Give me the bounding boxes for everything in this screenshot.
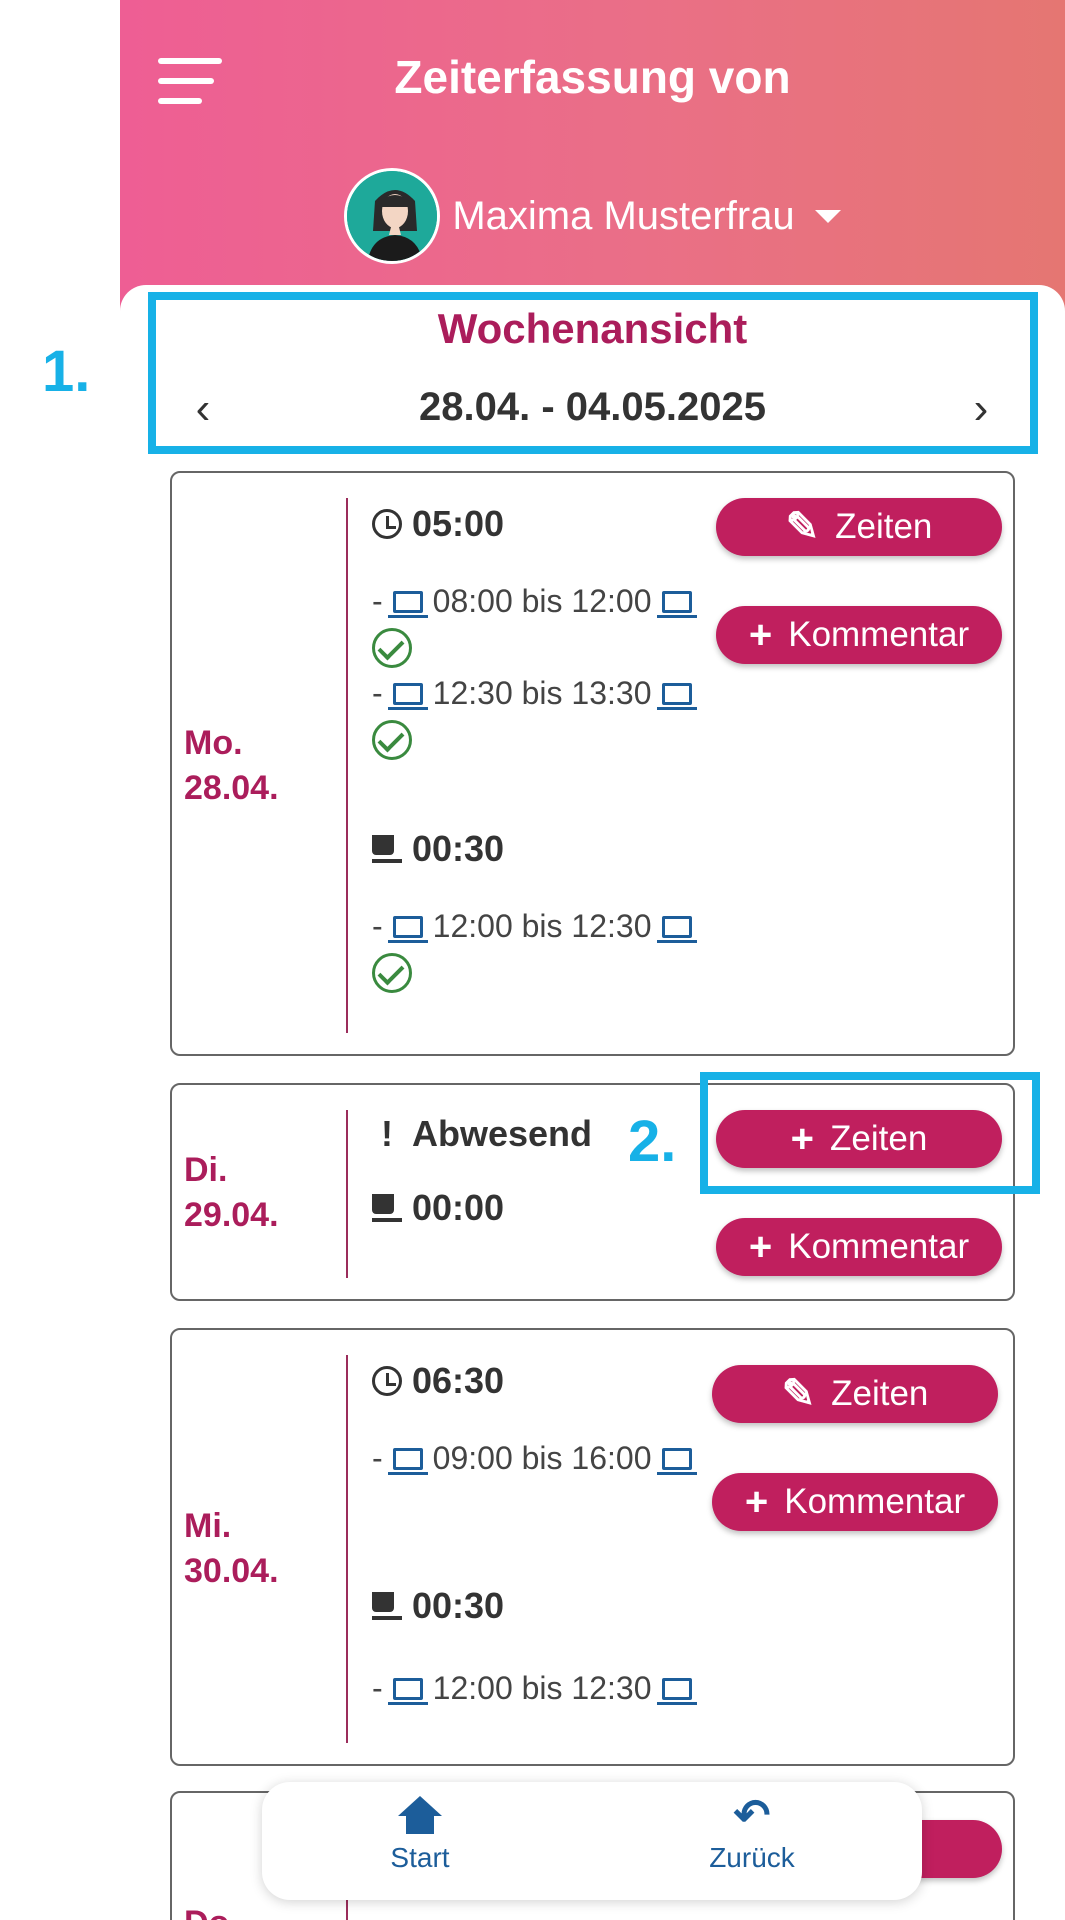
home-icon — [398, 1796, 442, 1836]
annotation-marker-1: 1. — [42, 339, 91, 404]
laptop-icon — [387, 915, 428, 943]
break-total: 00:00 — [412, 1187, 505, 1228]
button-label: Zeiten — [835, 507, 933, 546]
time-slot: - 08:00 bis 12:00 — [372, 583, 697, 620]
break-total: 00:30 — [412, 1585, 505, 1626]
divider — [346, 1355, 348, 1743]
time-slot: - 12:30 bis 13:30 — [372, 675, 697, 712]
button-label: Kommentar — [788, 615, 970, 654]
clock-icon — [372, 509, 402, 539]
absence-row: ! Abwesend — [372, 1113, 592, 1155]
time-slot: - 09:00 bis 16:00 — [372, 1440, 697, 1477]
button-label: Kommentar — [788, 1227, 970, 1266]
slot-dash: - — [372, 908, 383, 944]
exclamation-icon: ! — [381, 1113, 393, 1154]
laptop-icon — [656, 1447, 697, 1475]
laptop-icon — [387, 1677, 428, 1705]
day-weekday: Di. — [184, 1151, 228, 1189]
chevron-down-icon[interactable] — [814, 209, 841, 223]
slot-dash: - — [372, 1670, 383, 1706]
absence-status: Abwesend — [412, 1113, 593, 1154]
break-slot: - 12:00 bis 12:30 — [372, 908, 697, 945]
slot-time: 12:00 bis 12:30 — [432, 908, 652, 944]
button-label: Zeiten — [831, 1374, 929, 1413]
slot-dash: - — [372, 1440, 383, 1476]
work-total-row: 05:00 — [372, 503, 504, 545]
laptop-icon — [656, 915, 697, 943]
plus-icon: + — [748, 1225, 773, 1269]
laptop-icon — [656, 590, 697, 618]
laptop-icon — [656, 1677, 697, 1705]
add-comment-button[interactable]: + Kommentar — [712, 1473, 998, 1531]
page-title: Zeiterfassung von — [394, 51, 791, 103]
week-view-title: Wochenansicht — [437, 305, 748, 352]
user-selector[interactable]: Maxima Musterfrau — [120, 168, 1065, 264]
coffee-cup-icon — [372, 1592, 402, 1620]
day-date: 30.04. — [184, 1552, 279, 1590]
slot-time: 08:00 bis 12:00 — [432, 583, 652, 619]
check-circle-icon — [372, 628, 412, 668]
day-card-wednesday: Mi. 30.04. 06:30 - 09:00 bis 16:00 00:30… — [170, 1328, 1015, 1766]
divider — [346, 1110, 348, 1278]
nav-back-label: Zurück — [709, 1842, 795, 1873]
laptop-icon — [387, 590, 428, 618]
week-range: 28.04. - 04.05.2025 — [419, 385, 766, 429]
add-comment-button[interactable]: + Kommentar — [716, 1218, 1002, 1276]
user-name[interactable]: Maxima Musterfrau — [452, 194, 794, 239]
work-total-row: 06:30 — [372, 1360, 504, 1402]
slot-time: 12:00 bis 12:30 — [432, 1670, 652, 1706]
coffee-cup-icon — [372, 1194, 402, 1222]
slot-time: 09:00 bis 16:00 — [432, 1440, 652, 1476]
day-weekday: Do. — [184, 1901, 239, 1920]
slot-time: 12:30 bis 13:30 — [432, 675, 652, 711]
nav-start-label: Start — [390, 1842, 450, 1873]
divider — [346, 498, 348, 1033]
annotation-marker-2: 2. — [628, 1109, 677, 1174]
laptop-icon — [656, 682, 697, 710]
plus-icon: + — [744, 1480, 769, 1524]
nav-start[interactable]: Start — [350, 1796, 490, 1874]
slot-dash: - — [372, 583, 383, 619]
break-slot: - 12:00 bis 12:30 — [372, 1670, 697, 1707]
day-date: 29.04. — [184, 1196, 279, 1234]
day-date: 28.04. — [184, 769, 279, 807]
undo-arrow-icon: ↶ — [733, 1791, 771, 1840]
work-total: 06:30 — [412, 1360, 505, 1401]
nav-back[interactable]: ↶ Zurück — [682, 1791, 822, 1874]
add-comment-button[interactable]: + Kommentar — [716, 606, 1002, 664]
work-total: 05:00 — [412, 503, 505, 544]
pencil-icon: ✎ — [785, 505, 820, 549]
check-circle-icon — [372, 953, 412, 993]
bottom-navigation: Start ↶ Zurück — [262, 1782, 922, 1900]
day-weekday: Mi. — [184, 1507, 232, 1545]
slot-dash: - — [372, 675, 383, 711]
plus-icon: + — [748, 613, 773, 657]
day-card-monday: Mo. 28.04. 05:00 - 08:00 bis 12:00 - 12:… — [170, 471, 1015, 1056]
edit-times-button[interactable]: ✎ Zeiten — [712, 1365, 998, 1423]
pencil-icon: ✎ — [781, 1372, 816, 1416]
day-weekday: Mo. — [184, 724, 243, 762]
edit-times-button[interactable]: ✎ Zeiten — [716, 498, 1002, 556]
app-screen: Zeiterfassung von Maxima Musterfrau 1. W… — [0, 0, 1065, 1920]
laptop-icon — [387, 682, 428, 710]
clock-icon — [372, 1366, 402, 1396]
highlight-box-add-times — [700, 1072, 1040, 1194]
check-circle-icon — [372, 720, 412, 760]
laptop-icon — [387, 1447, 428, 1475]
button-label: Kommentar — [784, 1482, 966, 1521]
break-total-row: 00:30 — [372, 828, 504, 870]
coffee-cup-icon — [372, 835, 402, 863]
break-total-row: 00:00 — [372, 1187, 504, 1229]
next-week-arrow-icon[interactable]: › — [961, 384, 1001, 434]
break-total: 00:30 — [412, 828, 505, 869]
avatar — [344, 168, 441, 264]
break-total-row: 00:30 — [372, 1585, 504, 1627]
